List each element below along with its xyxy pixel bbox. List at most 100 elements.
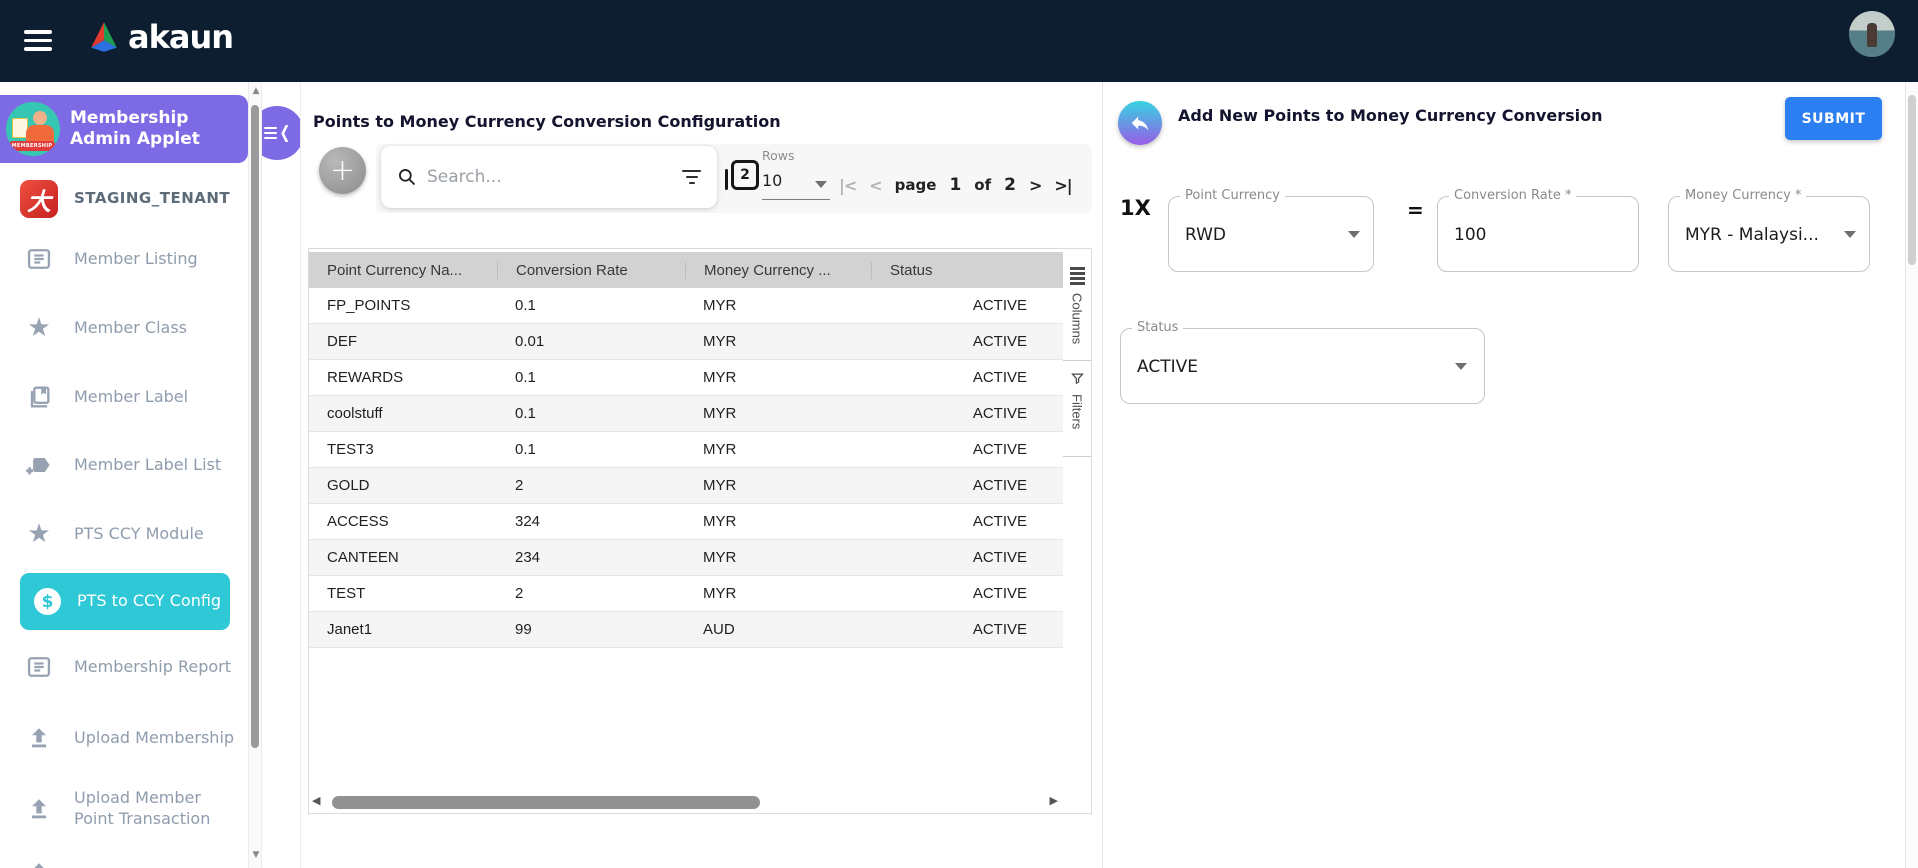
form-title: Add New Points to Money Currency Convers… [1178, 106, 1603, 125]
table-cell: CANTEEN [327, 549, 399, 566]
prev-page-button[interactable]: < [869, 176, 882, 195]
sidebar-item-member-label[interactable]: Member Label [20, 378, 235, 416]
sidebar-item-pts-ccy-module[interactable]: ★ PTS CCY Module [20, 515, 235, 553]
horizontal-scrollbar-thumb[interactable] [332, 796, 760, 809]
sidebar-item-upload-membership[interactable]: Upload Membership [20, 719, 235, 757]
membership-applet-icon: MEMBERSHIP [6, 102, 60, 156]
next-page-button[interactable]: > [1029, 176, 1042, 195]
sidebar-item-upload-member-point-transaction[interactable]: Upload Member Point Transaction [20, 788, 235, 830]
back-button[interactable] [1118, 101, 1162, 145]
sidebar-item-member-class[interactable]: ★ Member Class [20, 309, 235, 347]
upload-icon [20, 719, 58, 757]
listing-title: Points to Money Currency Conversion Conf… [313, 112, 781, 131]
table-cell: AUD [703, 621, 735, 638]
sidebar-item-membership-report[interactable]: Membership Report [20, 648, 235, 686]
multipage-icon[interactable]: 2 [725, 160, 759, 190]
column-header[interactable]: Status [871, 261, 1063, 279]
table-row[interactable]: CANTEEN 234 MYR ACTIVE [309, 540, 1063, 576]
label-plus-icon [20, 446, 58, 484]
scroll-up-icon[interactable]: ▲ [250, 86, 262, 96]
table-cell: TEST [327, 585, 366, 602]
star-icon: ★ [27, 313, 51, 343]
chevron-down-icon[interactable] [815, 181, 827, 188]
add-form-panel: Add New Points to Money Currency Convers… [1103, 82, 1905, 868]
hscroll-right-icon[interactable]: ▶ [1050, 794, 1058, 807]
tab-columns[interactable]: Columns [1063, 257, 1091, 361]
sidebar-item-label: Member Label [74, 386, 189, 406]
sidebar-item-staging-tenant[interactable]: 大 STAGING_TENANT [20, 180, 235, 218]
table-cell: ACTIVE [972, 333, 1027, 350]
status-select[interactable]: Status ACTIVE [1120, 320, 1485, 404]
sidebar-item-label: Membership Report [74, 656, 232, 676]
filter-list-icon[interactable] [682, 169, 701, 185]
field-label: Status [1132, 320, 1184, 335]
table-cell: ACTIVE [972, 477, 1027, 494]
field-label: Conversion Rate * [1449, 188, 1577, 203]
table-cell: 0.01 [515, 333, 545, 350]
table-row[interactable]: FP_POINTS 0.1 MYR ACTIVE [309, 288, 1063, 324]
table-row[interactable]: TEST3 0.1 MYR ACTIVE [309, 432, 1063, 468]
column-header[interactable]: Money Currency ... [685, 261, 871, 279]
page-scrollbar-thumb[interactable] [1908, 95, 1916, 265]
table-cell: ACTIVE [972, 405, 1027, 422]
add-record-button[interactable]: + [319, 147, 366, 194]
table-row[interactable]: GOLD 2 MYR ACTIVE [309, 468, 1063, 504]
table-cell: ACTIVE [972, 513, 1027, 530]
table-cell: MYR [703, 549, 737, 566]
equals-sign: = [1407, 198, 1424, 222]
hscroll-left-icon[interactable]: ◀ [312, 794, 320, 807]
search-input[interactable] [425, 166, 674, 188]
table-row[interactable]: DEF 0.01 MYR ACTIVE [309, 324, 1063, 360]
sidebar-item-member-listing[interactable]: Member Listing [20, 240, 235, 278]
field-value: MYR - Malaysi... [1685, 225, 1819, 245]
page-word: page [894, 176, 937, 194]
brand-name: akaun [128, 18, 234, 56]
point-currency-select[interactable]: Point Currency RWD [1168, 188, 1374, 272]
sidebar-item-partial[interactable] [20, 854, 235, 868]
table-row[interactable]: coolstuff 0.1 MYR ACTIVE [309, 396, 1063, 432]
scroll-down-icon[interactable]: ▼ [250, 850, 262, 860]
tab-label: Filters [1069, 394, 1085, 430]
table-cell: ACTIVE [972, 369, 1027, 386]
sidebar-item-label: Upload Member Point Transaction [74, 788, 211, 828]
applet-header[interactable]: MEMBERSHIP Membership Admin Applet [0, 95, 248, 163]
sidebar-item-pts-to-ccy-config[interactable]: $ PTS to CCY Config [20, 573, 230, 630]
sidebar-item-label: STAGING_TENANT [74, 189, 231, 208]
submit-button[interactable]: SUBMIT [1785, 97, 1882, 140]
sidebar-item-label: PTS to CCY Config [77, 591, 222, 611]
column-header[interactable]: Conversion Rate [497, 261, 685, 279]
hamburger-menu-icon[interactable] [24, 30, 52, 52]
sidebar-scrollbar-thumb[interactable] [251, 105, 259, 748]
table-cell: MYR [703, 369, 737, 386]
star-icon: ★ [27, 519, 51, 549]
tenant-icon: 大 [20, 180, 58, 218]
money-currency-select[interactable]: Money Currency * MYR - Malaysi... [1668, 188, 1870, 272]
sidebar-item-member-label-list[interactable]: Member Label List [20, 446, 235, 484]
rows-per-page-select[interactable]: 10 [762, 171, 782, 190]
table-cell: Janet1 [327, 621, 373, 638]
search-box [381, 146, 717, 208]
table-cell: MYR [703, 441, 737, 458]
list-icon [20, 240, 58, 278]
table-cell: 324 [515, 513, 541, 530]
first-page-button[interactable]: |< [839, 176, 857, 195]
listing-panel: Points to Money Currency Conversion Conf… [300, 82, 1103, 868]
column-header[interactable]: Point Currency Na... [309, 262, 497, 279]
sidebar-item-label: Member Class [74, 317, 187, 337]
tab-filters[interactable]: Filters [1063, 361, 1091, 457]
search-icon [399, 169, 416, 186]
table-cell: ACTIVE [972, 585, 1027, 602]
table-cell: 0.1 [515, 297, 536, 314]
user-avatar[interactable] [1849, 11, 1895, 57]
table-row[interactable]: REWARDS 0.1 MYR ACTIVE [309, 360, 1063, 396]
field-value: RWD [1185, 225, 1227, 245]
table-cell: coolstuff [327, 405, 383, 422]
columns-icon [1069, 267, 1085, 285]
table-cell: ACTIVE [972, 621, 1027, 638]
table-row[interactable]: Janet1 99 AUD ACTIVE [309, 612, 1063, 648]
chevron-down-icon [1844, 231, 1856, 238]
table-row[interactable]: ACCESS 324 MYR ACTIVE [309, 504, 1063, 540]
conversion-rate-input[interactable]: Conversion Rate * 100 [1437, 188, 1639, 272]
table-row[interactable]: TEST 2 MYR ACTIVE [309, 576, 1063, 612]
last-page-button[interactable]: >| [1054, 176, 1072, 195]
